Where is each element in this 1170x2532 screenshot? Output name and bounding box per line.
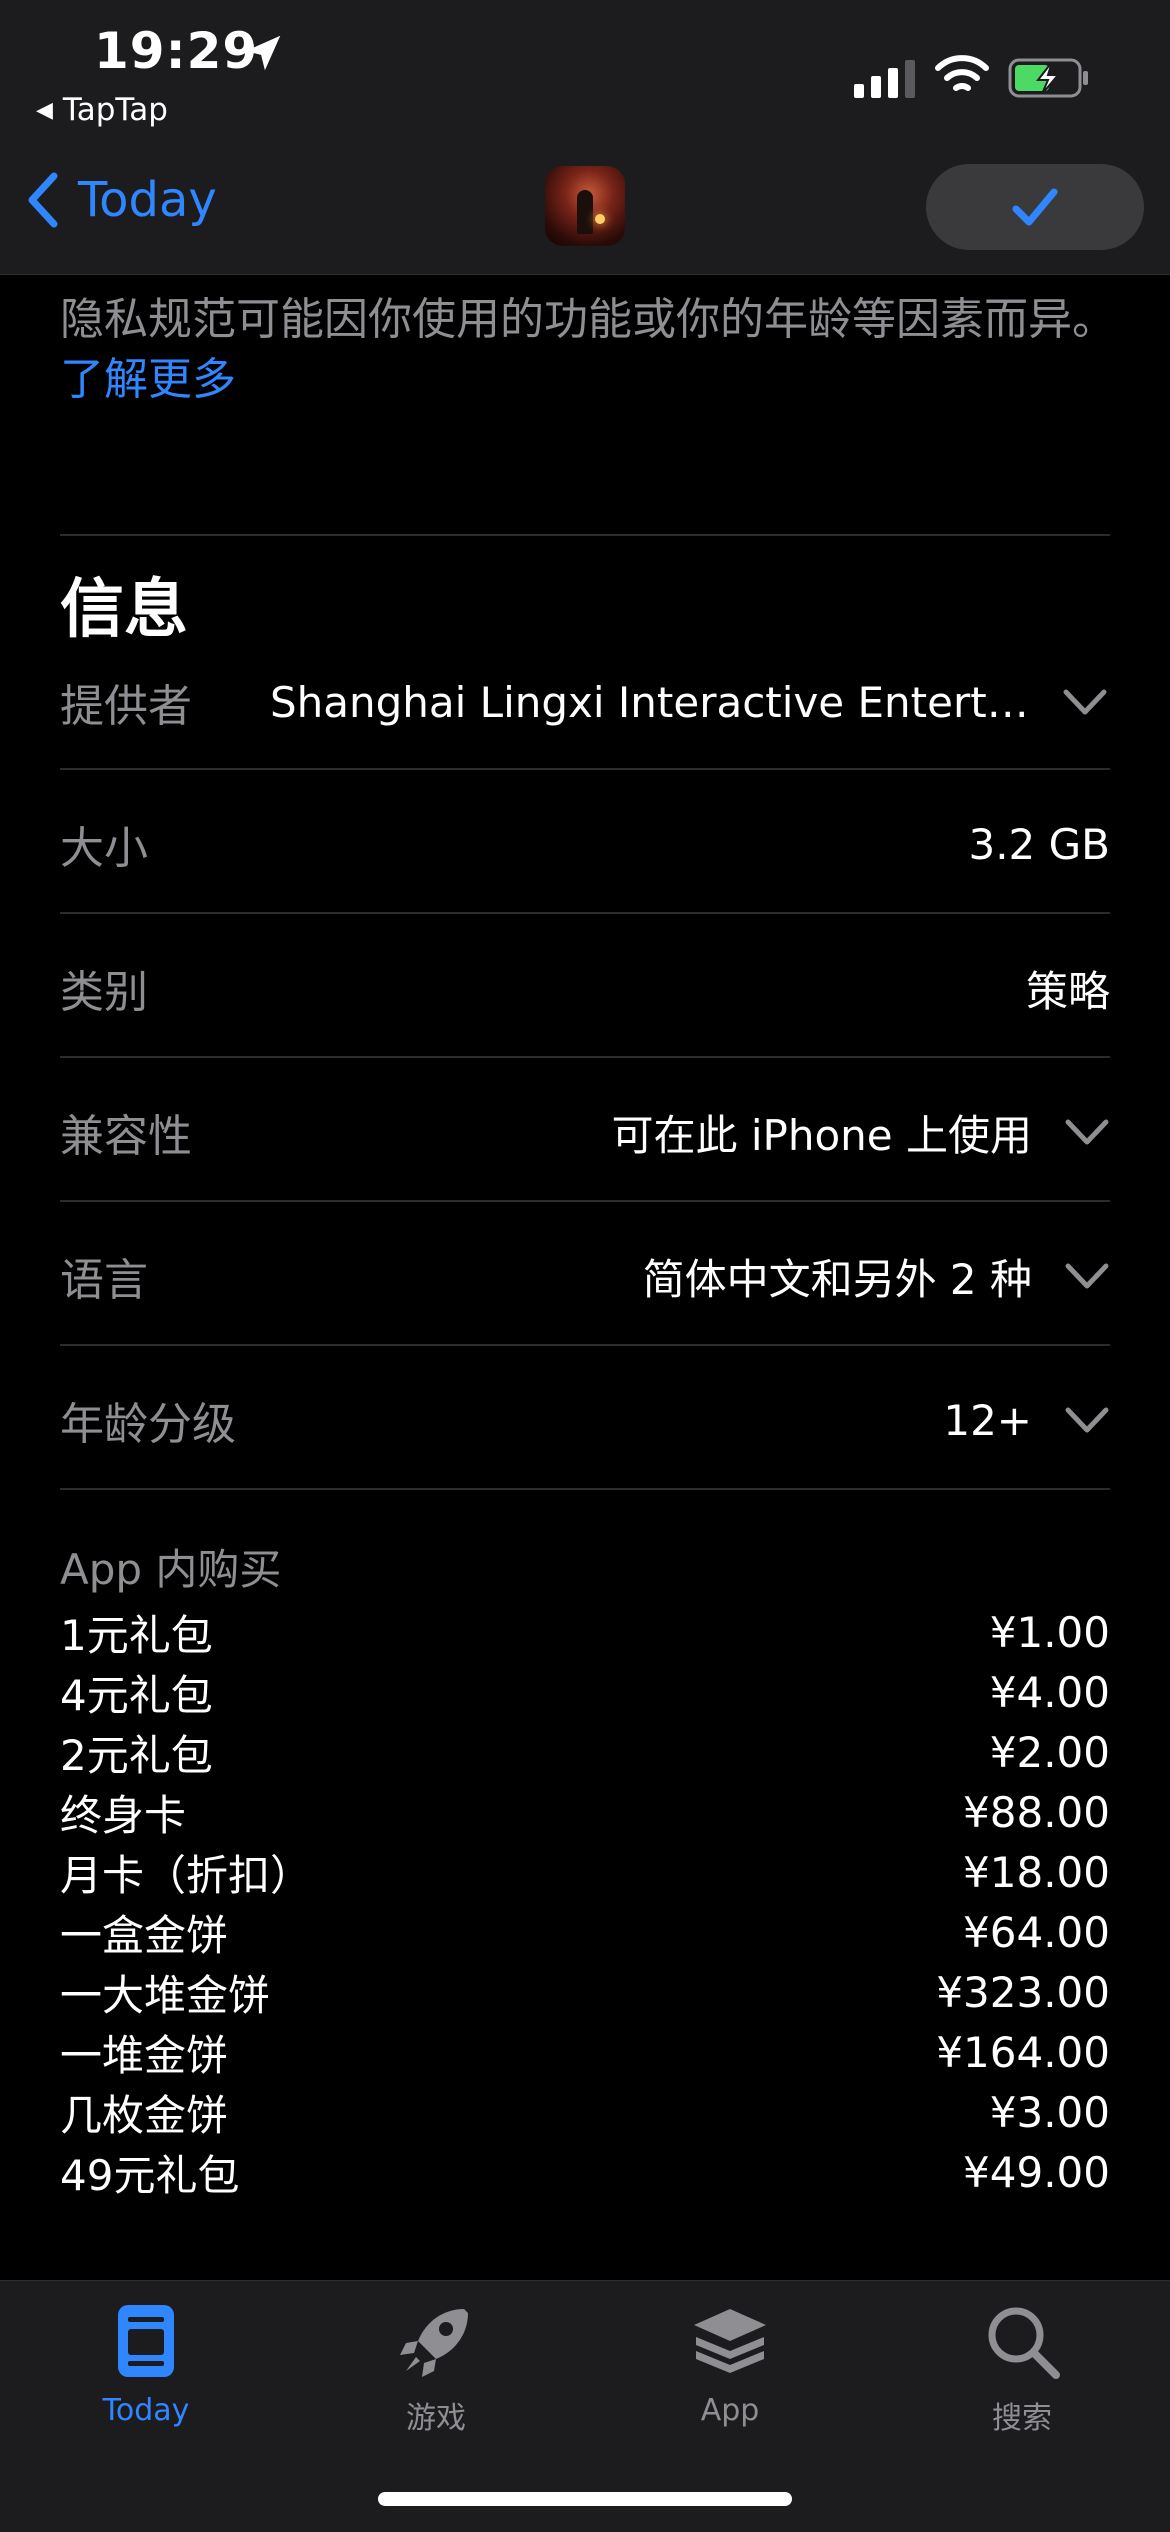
privacy-note: 隐私规范可能因你使用的功能或你的年龄等因素而异。了解更多 [60, 290, 1120, 410]
privacy-text: 隐私规范可能因你使用的功能或你的年龄等因素而异。 [60, 294, 1116, 345]
info-key: 类别 [60, 967, 148, 1018]
chevron-down-icon [1063, 689, 1107, 715]
location-arrow-icon [245, 35, 281, 71]
iap-item-price: ¥1.00 [989, 1607, 1110, 1657]
iap-item-price: ¥2.00 [989, 1727, 1110, 1777]
iap-item: 月卡（折扣） ¥18.00 [60, 1842, 1110, 1902]
iap-item-price: ¥164.00 [936, 2027, 1110, 2077]
iap-item: 终身卡 ¥88.00 [60, 1782, 1110, 1842]
iap-item-name: 一大堆金饼 [60, 1970, 271, 2020]
chevron-down-icon [1065, 1263, 1109, 1289]
iap-item-price: ¥18.00 [963, 1847, 1110, 1897]
tab-apps[interactable]: App [630, 2301, 830, 2428]
chevron-down-icon [1065, 1407, 1109, 1433]
app-icon-figure [577, 190, 593, 234]
iap-item-name: 49元礼包 [60, 2150, 240, 2200]
iap-item-price: ¥64.00 [963, 1907, 1110, 1957]
installed-check-button[interactable] [926, 164, 1144, 250]
search-icon [988, 2307, 1060, 2379]
info-key: 提供者 [60, 681, 192, 732]
info-key: 大小 [60, 823, 148, 874]
info-value: 12+ [943, 1395, 1032, 1445]
tab-today[interactable]: Today [46, 2301, 246, 2428]
nav-back-button[interactable]: Today [24, 170, 217, 230]
iap-item-name: 2元礼包 [60, 1730, 213, 1780]
iap-item-price: ¥3.00 [989, 2087, 1110, 2137]
tab-label: 游戏 [406, 2401, 466, 2436]
home-indicator[interactable] [378, 2492, 792, 2506]
wifi-icon [935, 55, 989, 91]
chevron-left-icon [28, 172, 58, 228]
iap-item-name: 月卡（折扣） [60, 1850, 313, 1900]
back-app-label: TapTap [62, 92, 168, 128]
chevron-down-icon [1065, 1119, 1109, 1145]
app-icon-lamp [595, 214, 605, 224]
iap-item-name: 终身卡 [60, 1790, 187, 1840]
cellular-signal-icon [854, 60, 915, 98]
iap-item: 1元礼包 ¥1.00 [60, 1602, 1110, 1662]
info-row-provider[interactable]: 提供者 Shanghai Lingxi Interactive Entertai… [60, 630, 1110, 774]
iap-item-name: 几枚金饼 [60, 2090, 229, 2140]
today-icon [118, 2305, 174, 2377]
info-value: 可在此 iPhone 上使用 [611, 1110, 1032, 1160]
learn-more-link[interactable]: 了解更多 [60, 354, 236, 405]
iap-item-price: ¥323.00 [936, 1967, 1110, 2017]
divider [60, 768, 1110, 770]
info-row-size: 大小 3.2 GB [60, 772, 1110, 916]
info-row-compatibility[interactable]: 兼容性 可在此 iPhone 上使用 [60, 1060, 1110, 1204]
top-bar: 19:29 ◀ TapTap Today [0, 0, 1170, 275]
info-value: 3.2 GB [968, 819, 1110, 869]
divider [60, 1056, 1110, 1058]
iap-item-name: 4元礼包 [60, 1670, 213, 1720]
back-triangle-icon: ◀ [36, 97, 53, 123]
divider [60, 912, 1110, 914]
battery-charging-icon [1008, 58, 1088, 98]
tab-label: App [700, 2393, 760, 2428]
iap-item-price: ¥49.00 [963, 2147, 1110, 2197]
divider [60, 1488, 1110, 1490]
iap-section-title: App 内购买 [60, 1545, 282, 1594]
iap-item-price: ¥4.00 [989, 1667, 1110, 1717]
iap-item: 一堆金饼 ¥164.00 [60, 2022, 1110, 2082]
iap-item-name: 一盒金饼 [60, 1910, 229, 1960]
iap-item-name: 一堆金饼 [60, 2030, 229, 2080]
info-row-age-rating[interactable]: 年龄分级 12+ [60, 1348, 1110, 1492]
divider [60, 1344, 1110, 1346]
iap-item: 一盒金饼 ¥64.00 [60, 1902, 1110, 1962]
tab-label: 搜索 [992, 2401, 1052, 2436]
iap-item: 4元礼包 ¥4.00 [60, 1662, 1110, 1722]
iap-list: 1元礼包 ¥1.00 4元礼包 ¥4.00 2元礼包 ¥2.00 终身卡 ¥88.00 … [60, 1602, 1110, 2202]
checkmark-icon [1012, 188, 1058, 226]
iap-item: 49元礼包 ¥49.00 [60, 2142, 1110, 2202]
info-key: 语言 [60, 1255, 148, 1306]
iap-item-price: ¥88.00 [963, 1787, 1110, 1837]
info-row-category[interactable]: 类别 策略 [60, 916, 1110, 1060]
iap-item: 2元礼包 ¥2.00 [60, 1722, 1110, 1782]
nav-back-label: Today [78, 172, 217, 228]
rocket-icon [400, 2309, 468, 2377]
divider [60, 534, 1110, 536]
back-to-app-link[interactable]: ◀ TapTap [36, 92, 168, 128]
tab-search[interactable]: 搜索 [922, 2301, 1122, 2437]
info-value: 策略 [1025, 966, 1110, 1016]
info-row-languages[interactable]: 语言 简体中文和另外 2 种 [60, 1204, 1110, 1348]
iap-item-name: 1元礼包 [60, 1610, 213, 1660]
tab-label: Today [102, 2393, 190, 2428]
iap-item: 一大堆金饼 ¥323.00 [60, 1962, 1110, 2022]
status-time: 19:29 [94, 22, 259, 80]
info-key: 年龄分级 [60, 1399, 236, 1450]
layers-icon [694, 2309, 766, 2373]
divider [60, 1200, 1110, 1202]
app-icon [545, 166, 625, 246]
iap-item: 几枚金饼 ¥3.00 [60, 2082, 1110, 2142]
info-key: 兼容性 [60, 1111, 192, 1162]
info-value: Shanghai Lingxi Interactive Entertai... [270, 677, 1030, 727]
info-value: 简体中文和另外 2 种 [642, 1254, 1032, 1304]
tab-games[interactable]: 游戏 [336, 2301, 536, 2437]
